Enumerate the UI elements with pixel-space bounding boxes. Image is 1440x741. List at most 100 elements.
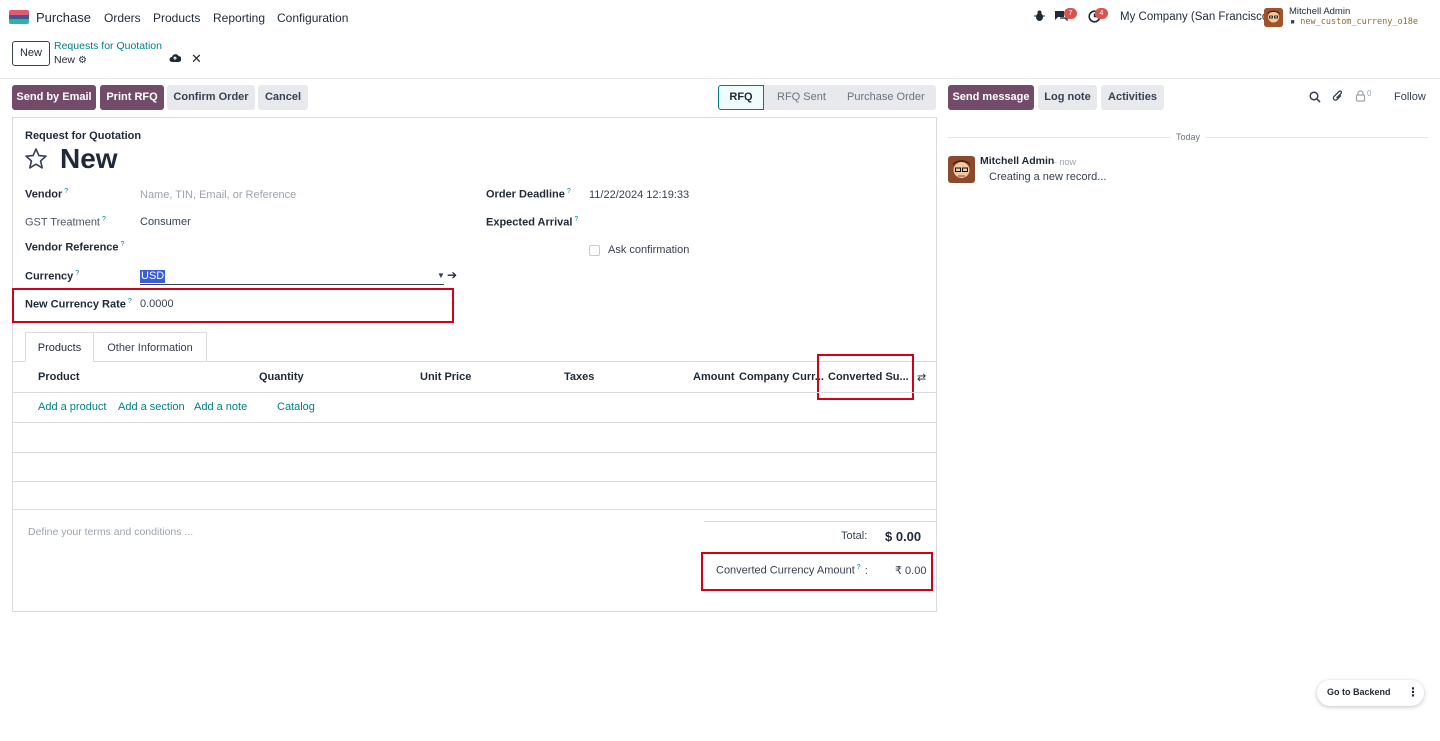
tab-products[interactable]: Products (25, 332, 94, 362)
cancel-button[interactable]: Cancel (258, 85, 308, 110)
search-messages-icon[interactable] (1309, 91, 1321, 106)
add-note-link[interactable]: Add a note (194, 401, 247, 413)
date-separator: Today (1176, 132, 1201, 142)
currency-label-text: Currency (25, 270, 74, 283)
gst-treatment-label: GST Treatment? (25, 216, 106, 229)
ask-confirmation-label: Ask confirmation (608, 244, 690, 256)
currency-label: Currency? (25, 270, 79, 283)
breadcrumb-rfq[interactable]: Requests for Quotation (54, 40, 162, 52)
followers-count: 0 (1367, 89, 1372, 98)
vendor-input[interactable]: Name, TIN, Email, or Reference (140, 189, 296, 201)
go-to-backend-button[interactable]: Go to Backend (1327, 687, 1391, 697)
total-value: $ 0.00 (885, 529, 922, 544)
purchase-app-icon[interactable] (9, 10, 29, 24)
deadline-label-text: Order Deadline (486, 188, 565, 201)
record-title: New (60, 143, 118, 174)
record-name-text: New (54, 54, 76, 66)
new-record-button[interactable]: New (12, 41, 50, 66)
column-taxes[interactable]: Taxes (564, 371, 594, 383)
discard-close-icon[interactable]: ✕ (191, 51, 202, 67)
vendor-reference-label: Vendor Reference? (25, 241, 124, 254)
log-note-button[interactable]: Log note (1038, 85, 1097, 110)
followers-user-icon[interactable] (1355, 90, 1366, 105)
order-deadline-input[interactable]: 11/22/2024 12:19:33 (589, 189, 689, 201)
dropdown-caret-icon[interactable]: ▼ (437, 271, 445, 280)
ask-confirmation-checkbox[interactable] (589, 245, 600, 256)
status-bar: RFQ RFQ Sent Purchase Order (718, 85, 936, 110)
status-rfq-sent[interactable]: RFQ Sent (777, 85, 826, 110)
go-to-backend-widget: Go to Backend ⋮ (1317, 680, 1424, 706)
column-quantity[interactable]: Quantity (259, 371, 304, 383)
column-amount[interactable]: Amount (693, 371, 735, 383)
menu-orders[interactable]: Orders (104, 11, 141, 25)
add-section-link[interactable]: Add a section (118, 401, 185, 413)
highlight-converted-column (817, 354, 914, 400)
gst-label-text: GST Treatment (25, 216, 100, 229)
activities-button[interactable]: Activities (1101, 85, 1164, 110)
column-unit-price[interactable]: Unit Price (420, 371, 471, 383)
activities-badge: 4 (1095, 8, 1108, 19)
rate-help-icon[interactable]: ? (128, 298, 132, 305)
follow-button[interactable]: Follow (1394, 91, 1426, 103)
vendor-help-icon[interactable]: ? (64, 188, 68, 195)
table-row-divider (13, 452, 936, 453)
currency-underline (140, 284, 444, 285)
message-author[interactable]: Mitchell Admin (980, 155, 1054, 167)
date-separator-line (948, 137, 1170, 138)
vendor-label-text: Vendor (25, 188, 63, 201)
new-currency-rate-input[interactable]: 0.0000 (140, 298, 174, 310)
confirm-order-button[interactable]: Confirm Order (167, 85, 255, 110)
column-product[interactable]: Product (38, 371, 80, 383)
print-rfq-button[interactable]: Print RFQ (100, 85, 164, 110)
header-divider (0, 78, 1440, 79)
vendor-ref-help-icon[interactable]: ? (121, 241, 125, 248)
deadline-help-icon[interactable]: ? (567, 188, 571, 195)
menu-reporting[interactable]: Reporting (213, 11, 265, 25)
total-divider (704, 521, 936, 522)
company-switcher[interactable]: My Company (San Francisco) (1120, 11, 1272, 23)
menu-configuration[interactable]: Configuration (277, 11, 348, 25)
catalog-link[interactable]: Catalog (277, 401, 315, 413)
currency-input[interactable]: USD (140, 270, 166, 283)
database-name: ▪ new_custom_curreny_o18e (1290, 17, 1418, 27)
gear-icon[interactable]: ⚙ (78, 55, 87, 66)
status-purchase-order[interactable]: Purchase Order (847, 85, 925, 110)
message-author-avatar[interactable] (948, 156, 975, 183)
record-name: New ⚙ (54, 54, 87, 66)
user-avatar[interactable] (1264, 8, 1283, 27)
gst-help-icon[interactable]: ? (102, 216, 106, 223)
arrival-label-text: Expected Arrival (486, 216, 573, 229)
arrival-help-icon[interactable]: ? (574, 216, 578, 223)
send-message-button[interactable]: Send message (948, 85, 1034, 110)
top-navbar: Purchase Orders Products Reporting Confi… (0, 0, 1440, 34)
converted-colon: : (864, 564, 868, 577)
new-currency-rate-label: New Currency Rate? (25, 298, 132, 311)
table-row-divider (13, 509, 936, 510)
optional-columns-toggle-icon[interactable]: ⇄ (917, 371, 926, 384)
internal-link-arrow-icon[interactable]: ➔ (447, 268, 457, 282)
more-options-kebab-icon[interactable]: ⋮ (1407, 685, 1419, 699)
messages-badge: 7 (1064, 8, 1077, 19)
vendor-ref-label-text: Vendor Reference (25, 241, 119, 254)
table-header-divider (13, 392, 936, 393)
attachment-paperclip-icon[interactable] (1332, 90, 1344, 106)
gst-treatment-select[interactable]: Consumer (140, 216, 191, 228)
terms-conditions-input[interactable]: Define your terms and conditions ... (28, 526, 193, 538)
tab-other-information[interactable]: Other Information (93, 332, 207, 362)
status-rfq[interactable]: RFQ (718, 85, 764, 110)
app-name[interactable]: Purchase (36, 10, 91, 25)
date-separator-line (1206, 137, 1428, 138)
converted-help-icon[interactable]: ? (857, 564, 861, 571)
add-product-link[interactable]: Add a product (38, 401, 107, 413)
send-by-email-button[interactable]: Send by Email (12, 85, 96, 110)
priority-star-icon[interactable] (24, 147, 48, 174)
debug-bug-icon[interactable] (1034, 10, 1045, 25)
save-cloud-icon[interactable] (169, 52, 182, 66)
currency-help-icon[interactable]: ? (75, 270, 79, 277)
order-deadline-label: Order Deadline? (486, 188, 571, 201)
user-name[interactable]: Mitchell Admin (1289, 6, 1350, 17)
column-company-currency[interactable]: Company Curr... (739, 371, 824, 383)
total-label: Total: (841, 530, 868, 542)
database-name-text: new_custom_curreny_o18e (1300, 17, 1418, 27)
menu-products[interactable]: Products (153, 11, 200, 25)
